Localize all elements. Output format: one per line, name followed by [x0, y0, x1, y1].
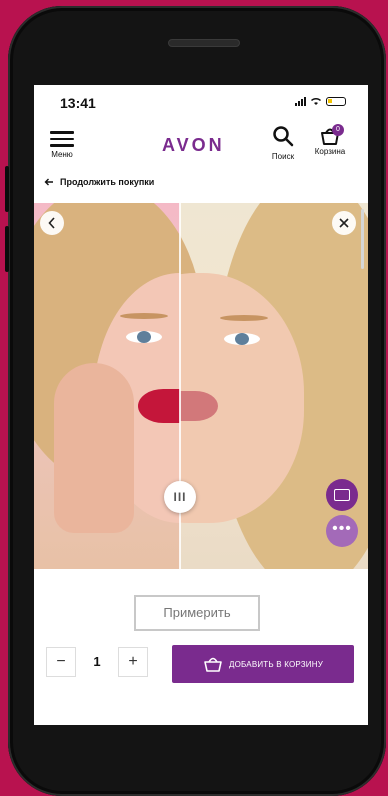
try-on-button[interactable]: Примерить [134, 595, 260, 631]
lips-made-up [138, 389, 180, 423]
volume-button-2 [5, 226, 9, 272]
menu-button[interactable]: Меню [44, 127, 80, 159]
scrollbar[interactable] [361, 209, 364, 269]
search-button[interactable]: Поиск [266, 125, 300, 161]
search-label: Поиск [271, 152, 295, 161]
status-icons [295, 96, 346, 106]
status-time: 13:41 [60, 95, 96, 111]
site-header: Меню AVON Поиск 0 Корзина [34, 123, 368, 167]
eyebrow-right [220, 315, 268, 321]
virtual-try-on-viewer[interactable]: III ••• [34, 203, 368, 569]
menu-icon [50, 131, 74, 147]
basket-icon [204, 657, 222, 672]
status-bar: 13:41 [34, 85, 368, 119]
compare-view-button[interactable] [326, 479, 358, 511]
cart-count-badge: 0 [332, 124, 344, 136]
phone-screen: 13:41 Меню AVON Поиск 0 Корзина Продолжи… [34, 85, 368, 725]
compare-icon [334, 489, 350, 501]
add-to-cart-button[interactable]: ДОБАВИТЬ В КОРЗИНУ [172, 645, 354, 683]
cart-label: Корзина [314, 147, 346, 156]
search-icon [273, 126, 294, 147]
quantity-value[interactable]: 1 [76, 647, 118, 677]
continue-shopping-link[interactable]: Продолжить покупки [44, 177, 154, 187]
signal-icon [295, 96, 306, 106]
increase-quantity-button[interactable]: + [118, 647, 148, 677]
eye-right [224, 333, 260, 345]
battery-icon [326, 96, 346, 106]
decrease-quantity-button[interactable]: − [46, 647, 76, 677]
wifi-icon [310, 98, 322, 105]
hand [54, 363, 134, 533]
continue-shopping-label: Продолжить покупки [60, 177, 155, 187]
previous-button[interactable] [40, 211, 64, 235]
speaker-grille [168, 39, 240, 47]
volume-button [5, 166, 9, 212]
split-divider [179, 203, 181, 569]
avon-logo[interactable]: AVON [162, 135, 225, 156]
cart-button[interactable]: 0 Корзина [306, 124, 354, 156]
eyebrow-left [120, 313, 168, 319]
close-button[interactable] [332, 211, 356, 235]
more-icon: ••• [332, 520, 352, 537]
quantity-stepper: − 1 + [46, 647, 148, 677]
more-options-button[interactable]: ••• [326, 515, 358, 547]
close-icon [339, 218, 349, 228]
chevron-left-icon [48, 217, 55, 229]
add-to-cart-label: ДОБАВИТЬ В КОРЗИНУ [228, 659, 324, 669]
eye-left [126, 331, 162, 343]
menu-label: Меню [51, 149, 73, 159]
back-arrow-icon [44, 178, 53, 186]
split-handle[interactable]: III [164, 481, 196, 513]
